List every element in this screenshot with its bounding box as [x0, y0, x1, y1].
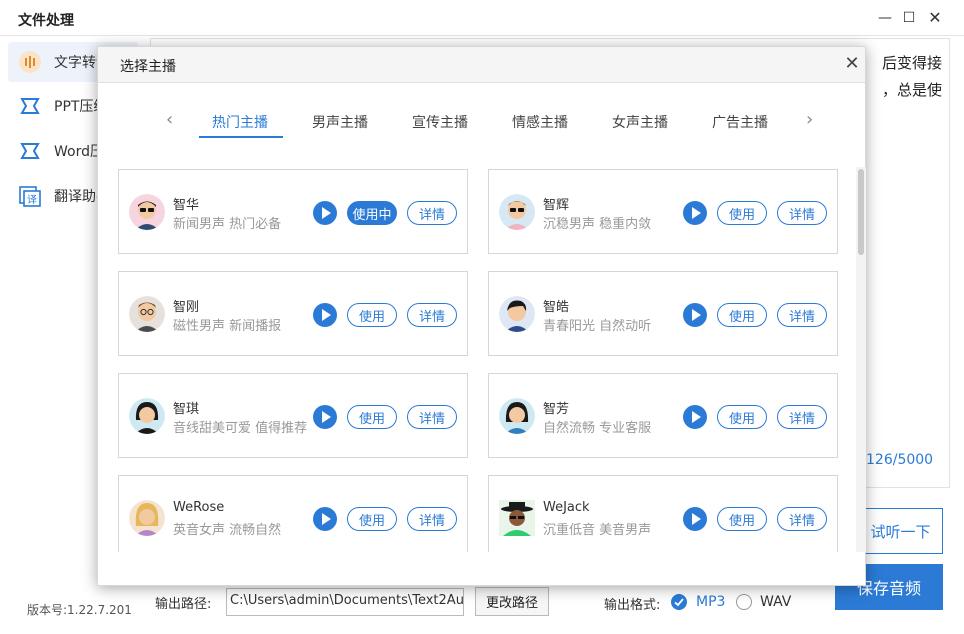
voice-card-list: 智华 新闻男声 热门必备 使用中 详情 智辉 沉稳男声 稳重内敛 使用 详情 智… [118, 167, 858, 552]
detail-button[interactable]: 详情 [777, 507, 827, 531]
voice-desc: 音线甜美可爱 值得推荐 [173, 421, 308, 436]
play-icon[interactable] [313, 507, 337, 531]
chevron-left-icon[interactable]: ‹ [166, 109, 173, 130]
use-button[interactable]: 使用中 [347, 201, 397, 225]
voice-desc: 英音女声 流畅自然 [173, 523, 282, 538]
voice-desc: 青春阳光 自然动听 [543, 319, 652, 334]
detail-button[interactable]: 详情 [777, 201, 827, 225]
avatar [499, 500, 535, 536]
detail-button[interactable]: 详情 [407, 303, 457, 327]
tab-female[interactable]: 女声主播 [612, 112, 668, 132]
play-icon[interactable] [313, 405, 337, 429]
voice-card[interactable]: 智华 新闻男声 热门必备 使用中 详情 [118, 169, 468, 254]
tab-ad[interactable]: 广告主播 [712, 112, 768, 132]
avatar [499, 296, 535, 332]
avatar [499, 194, 535, 230]
voice-card[interactable]: 智琪 音线甜美可爱 值得推荐 使用 详情 [118, 373, 468, 458]
voice-card[interactable]: 智皓 青春阳光 自然动听 使用 详情 [488, 271, 838, 356]
tab-emotion[interactable]: 情感主播 [512, 112, 568, 132]
detail-button[interactable]: 详情 [407, 201, 457, 225]
play-icon[interactable] [683, 405, 707, 429]
detail-button[interactable]: 详情 [407, 405, 457, 429]
voice-desc: 自然流畅 专业客服 [543, 421, 652, 436]
play-icon[interactable] [313, 303, 337, 327]
avatar [129, 500, 165, 536]
voice-name: 智芳 [543, 402, 570, 417]
voice-name: 智皓 [543, 300, 570, 315]
use-button[interactable]: 使用 [347, 303, 397, 327]
voice-name: WeJack [543, 500, 590, 515]
play-icon[interactable] [313, 201, 337, 225]
tab-hot[interactable]: 热门主播 [212, 112, 268, 132]
dialog-close-icon[interactable]: ✕ [842, 54, 862, 74]
select-voice-dialog: 选择主播 ✕ ‹ 热门主播 男声主播 宣传主播 情感主播 女声主播 广告主播 ›… [97, 46, 866, 586]
voice-card[interactable]: 智辉 沉稳男声 稳重内敛 使用 详情 [488, 169, 838, 254]
voice-card[interactable]: 智芳 自然流畅 专业客服 使用 详情 [488, 373, 838, 458]
use-button[interactable]: 使用 [717, 507, 767, 531]
voice-card[interactable]: 智刚 磁性男声 新闻播报 使用 详情 [118, 271, 468, 356]
play-icon[interactable] [683, 201, 707, 225]
detail-button[interactable]: 详情 [777, 405, 827, 429]
use-button[interactable]: 使用 [717, 201, 767, 225]
voice-name: 智华 [173, 198, 200, 213]
use-button[interactable]: 使用 [347, 405, 397, 429]
use-button[interactable]: 使用 [347, 507, 397, 531]
voice-desc: 沉重低音 美音男声 [543, 523, 652, 538]
voice-name: 智琪 [173, 402, 200, 417]
dialog-title: 选择主播 [120, 59, 176, 75]
chevron-right-icon[interactable]: › [806, 109, 813, 130]
active-tab-indicator [199, 136, 283, 138]
play-icon[interactable] [683, 303, 707, 327]
voice-category-tabs: ‹ 热门主播 男声主播 宣传主播 情感主播 女声主播 广告主播 › [158, 105, 818, 139]
play-icon[interactable] [683, 507, 707, 531]
voice-desc: 磁性男声 新闻播报 [173, 319, 282, 334]
voice-name: 智刚 [173, 300, 200, 315]
avatar [499, 398, 535, 434]
tab-male[interactable]: 男声主播 [312, 112, 368, 132]
dialog-header: 选择主播 ✕ [98, 47, 865, 83]
avatar [129, 194, 165, 230]
avatar [129, 398, 165, 434]
voice-name: WeRose [173, 500, 225, 515]
detail-button[interactable]: 详情 [777, 303, 827, 327]
avatar [129, 296, 165, 332]
voice-card[interactable]: WeRose 英音女声 流畅自然 使用 详情 [118, 475, 468, 552]
scrollbar-thumb[interactable] [858, 169, 864, 255]
tab-promo[interactable]: 宣传主播 [412, 112, 468, 132]
voice-desc: 沉稳男声 稳重内敛 [543, 217, 652, 232]
use-button[interactable]: 使用 [717, 303, 767, 327]
voice-card[interactable]: WeJack 沉重低音 美音男声 使用 详情 [488, 475, 838, 552]
vertical-scrollbar[interactable] [856, 167, 866, 552]
voice-desc: 新闻男声 热门必备 [173, 217, 282, 232]
detail-button[interactable]: 详情 [407, 507, 457, 531]
use-button[interactable]: 使用 [717, 405, 767, 429]
voice-name: 智辉 [543, 198, 570, 213]
